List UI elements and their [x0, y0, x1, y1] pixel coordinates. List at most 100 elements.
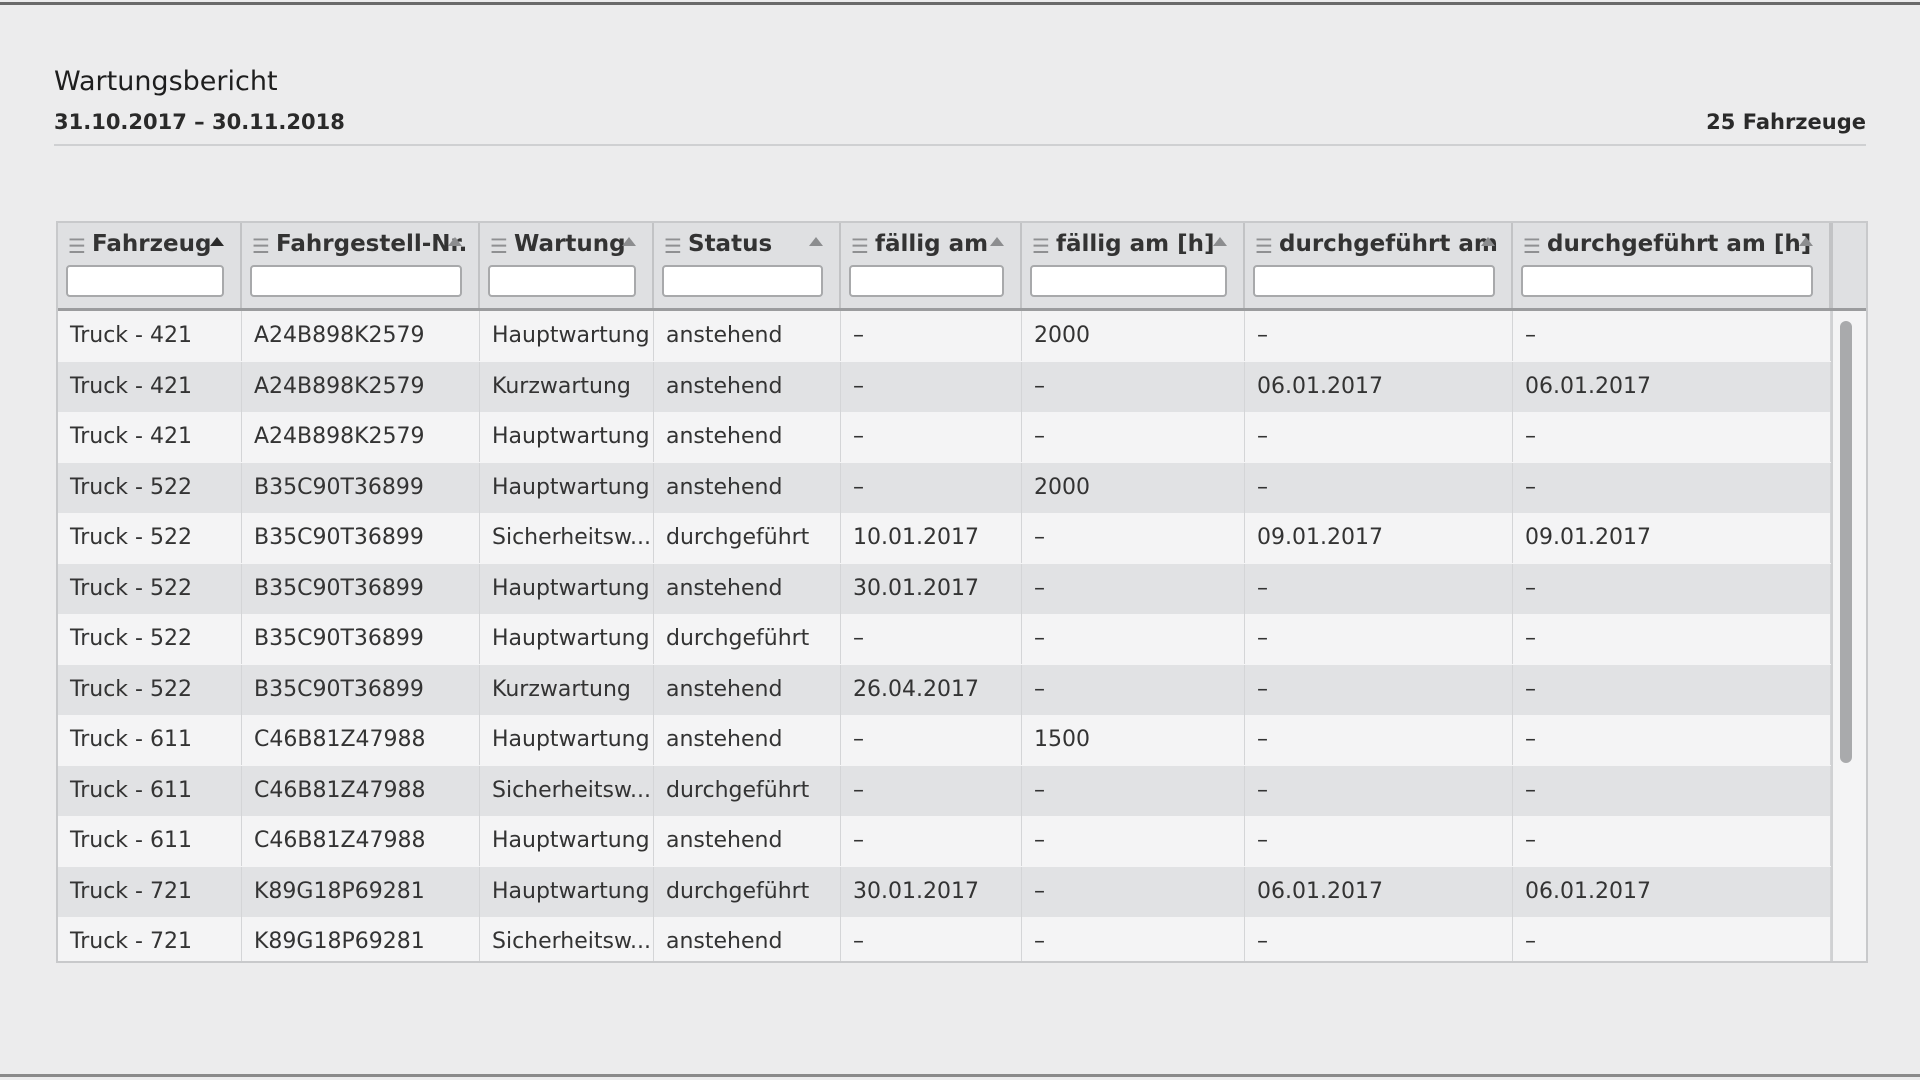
column-label[interactable]: fällig am [875, 231, 988, 257]
sort-ascending-icon[interactable] [1481, 237, 1495, 246]
column-header-status[interactable]: ☰ Status [654, 223, 841, 308]
cell-maintenance: Hauptwartung [480, 816, 654, 866]
cell-status: anstehend [654, 311, 841, 361]
column-header-due-hours[interactable]: ☰ fällig am [h] [1022, 223, 1245, 308]
cell-maintenance: Hauptwartung [480, 715, 654, 765]
bottom-divider [0, 1074, 1920, 1077]
column-header-vehicle[interactable]: ☰ Fahrzeug [58, 223, 242, 308]
cell-due-date: 26.04.2017 [841, 665, 1022, 715]
column-header-done-date[interactable]: ☰ durchgeführt am [1245, 223, 1513, 308]
cell-due-date: 30.01.2017 [841, 564, 1022, 614]
cell-vehicle: Truck - 522 [58, 614, 242, 664]
column-menu-icon[interactable]: ☰ [68, 236, 86, 256]
table-row[interactable]: Truck - 522B35C90T36899Hauptwartunganste… [58, 564, 1831, 614]
sort-ascending-icon[interactable] [990, 237, 1004, 246]
column-label[interactable]: Status [688, 231, 772, 257]
cell-vehicle: Truck - 522 [58, 665, 242, 715]
cell-done-hours: – [1513, 715, 1831, 765]
table-row[interactable]: Truck - 721K89G18P69281Sicherheitsw...an… [58, 917, 1831, 963]
cell-done-hours: – [1513, 816, 1831, 866]
table-row[interactable]: Truck - 611C46B81Z47988Sicherheitsw...du… [58, 766, 1831, 816]
column-menu-icon[interactable]: ☰ [490, 236, 508, 256]
cell-done-date: 09.01.2017 [1245, 513, 1513, 563]
table-row[interactable]: Truck - 421A24B898K2579Hauptwartunganste… [58, 311, 1831, 361]
cell-due-hours: – [1022, 412, 1245, 462]
cell-done-hours: – [1513, 614, 1831, 664]
cell-maintenance: Hauptwartung [480, 412, 654, 462]
cell-done-date: – [1245, 715, 1513, 765]
cell-done-date: – [1245, 917, 1513, 963]
cell-done-hours: – [1513, 564, 1831, 614]
cell-maintenance: Hauptwartung [480, 867, 654, 917]
cell-done-hours: – [1513, 463, 1831, 513]
table-row[interactable]: Truck - 522B35C90T36899Hauptwartungdurch… [58, 614, 1831, 664]
cell-done-hours: 06.01.2017 [1513, 362, 1831, 412]
cell-maintenance: Kurzwartung [480, 362, 654, 412]
column-filter-input[interactable] [662, 265, 823, 297]
cell-due-hours: – [1022, 816, 1245, 866]
maintenance-table: ☰ Fahrzeug ☰ Fahrgestell-Nr. ☰ Wartung ☰ Status… [56, 221, 1868, 963]
sort-ascending-icon[interactable] [809, 237, 823, 246]
cell-status: anstehend [654, 362, 841, 412]
sort-ascending-icon[interactable] [1799, 237, 1813, 246]
cell-chassis-number: C46B81Z47988 [242, 766, 480, 816]
column-label[interactable]: fällig am [h] [1056, 231, 1215, 257]
column-header-maintenance[interactable]: ☰ Wartung [480, 223, 654, 308]
column-filter-input[interactable] [1030, 265, 1227, 297]
report-date-range: 31.10.2017 – 30.11.2018 [54, 110, 345, 134]
column-filter-input[interactable] [250, 265, 462, 297]
sort-ascending-icon[interactable] [210, 237, 224, 246]
column-label[interactable]: Fahrgestell-Nr. [276, 231, 467, 257]
table-row[interactable]: Truck - 421A24B898K2579Hauptwartunganste… [58, 412, 1831, 462]
cell-done-date: – [1245, 564, 1513, 614]
sort-ascending-icon[interactable] [622, 237, 636, 246]
scrollbar-thumb[interactable] [1840, 321, 1852, 763]
column-header-done-hours[interactable]: ☰ durchgeführt am [h] [1513, 223, 1831, 308]
table-row[interactable]: Truck - 611C46B81Z47988Hauptwartunganste… [58, 715, 1831, 765]
table-row[interactable]: Truck - 522B35C90T36899Sicherheitsw...du… [58, 513, 1831, 563]
cell-done-date: – [1245, 614, 1513, 664]
cell-done-date: – [1245, 311, 1513, 361]
column-menu-icon[interactable]: ☰ [664, 236, 682, 256]
column-header-due-date[interactable]: ☰ fällig am [841, 223, 1022, 308]
top-divider [0, 2, 1920, 5]
column-header-chassis-number[interactable]: ☰ Fahrgestell-Nr. [242, 223, 480, 308]
cell-status: durchgeführt [654, 513, 841, 563]
column-filter-input[interactable] [1253, 265, 1495, 297]
cell-status: anstehend [654, 665, 841, 715]
column-label[interactable]: Wartung [514, 231, 626, 257]
column-filter-input[interactable] [66, 265, 224, 297]
table-body: Truck - 421A24B898K2579Hauptwartunganste… [58, 311, 1866, 961]
cell-chassis-number: B35C90T36899 [242, 513, 480, 563]
column-menu-icon[interactable]: ☰ [1255, 236, 1273, 256]
column-filter-input[interactable] [849, 265, 1004, 297]
cell-done-date: 06.01.2017 [1245, 362, 1513, 412]
column-label[interactable]: durchgeführt am [1279, 231, 1498, 257]
column-menu-icon[interactable]: ☰ [1523, 236, 1541, 256]
cell-chassis-number: K89G18P69281 [242, 917, 480, 963]
cell-due-date: – [841, 816, 1022, 866]
cell-status: anstehend [654, 816, 841, 866]
table-row[interactable]: Truck - 522B35C90T36899Kurzwartungansteh… [58, 665, 1831, 715]
column-menu-icon[interactable]: ☰ [1032, 236, 1050, 256]
cell-done-date: – [1245, 412, 1513, 462]
cell-due-hours: – [1022, 614, 1245, 664]
cell-chassis-number: B35C90T36899 [242, 564, 480, 614]
cell-done-hours: – [1513, 766, 1831, 816]
sort-ascending-icon[interactable] [1213, 237, 1227, 246]
vehicle-count: 25 Fahrzeuge [1706, 110, 1866, 134]
sort-ascending-icon[interactable] [448, 237, 462, 246]
column-menu-icon[interactable]: ☰ [851, 236, 869, 256]
table-row[interactable]: Truck - 522B35C90T36899Hauptwartunganste… [58, 463, 1831, 513]
table-row[interactable]: Truck - 721K89G18P69281Hauptwartungdurch… [58, 867, 1831, 917]
column-label[interactable]: durchgeführt am [h] [1547, 231, 1811, 257]
table-row[interactable]: Truck - 611C46B81Z47988Hauptwartunganste… [58, 816, 1831, 866]
table-row[interactable]: Truck - 421A24B898K2579Kurzwartungansteh… [58, 362, 1831, 412]
column-filter-input[interactable] [488, 265, 636, 297]
column-label[interactable]: Fahrzeug [92, 231, 211, 257]
column-menu-icon[interactable]: ☰ [252, 236, 270, 256]
column-filter-input[interactable] [1521, 265, 1813, 297]
cell-done-hours: – [1513, 412, 1831, 462]
cell-vehicle: Truck - 611 [58, 715, 242, 765]
cell-chassis-number: A24B898K2579 [242, 362, 480, 412]
